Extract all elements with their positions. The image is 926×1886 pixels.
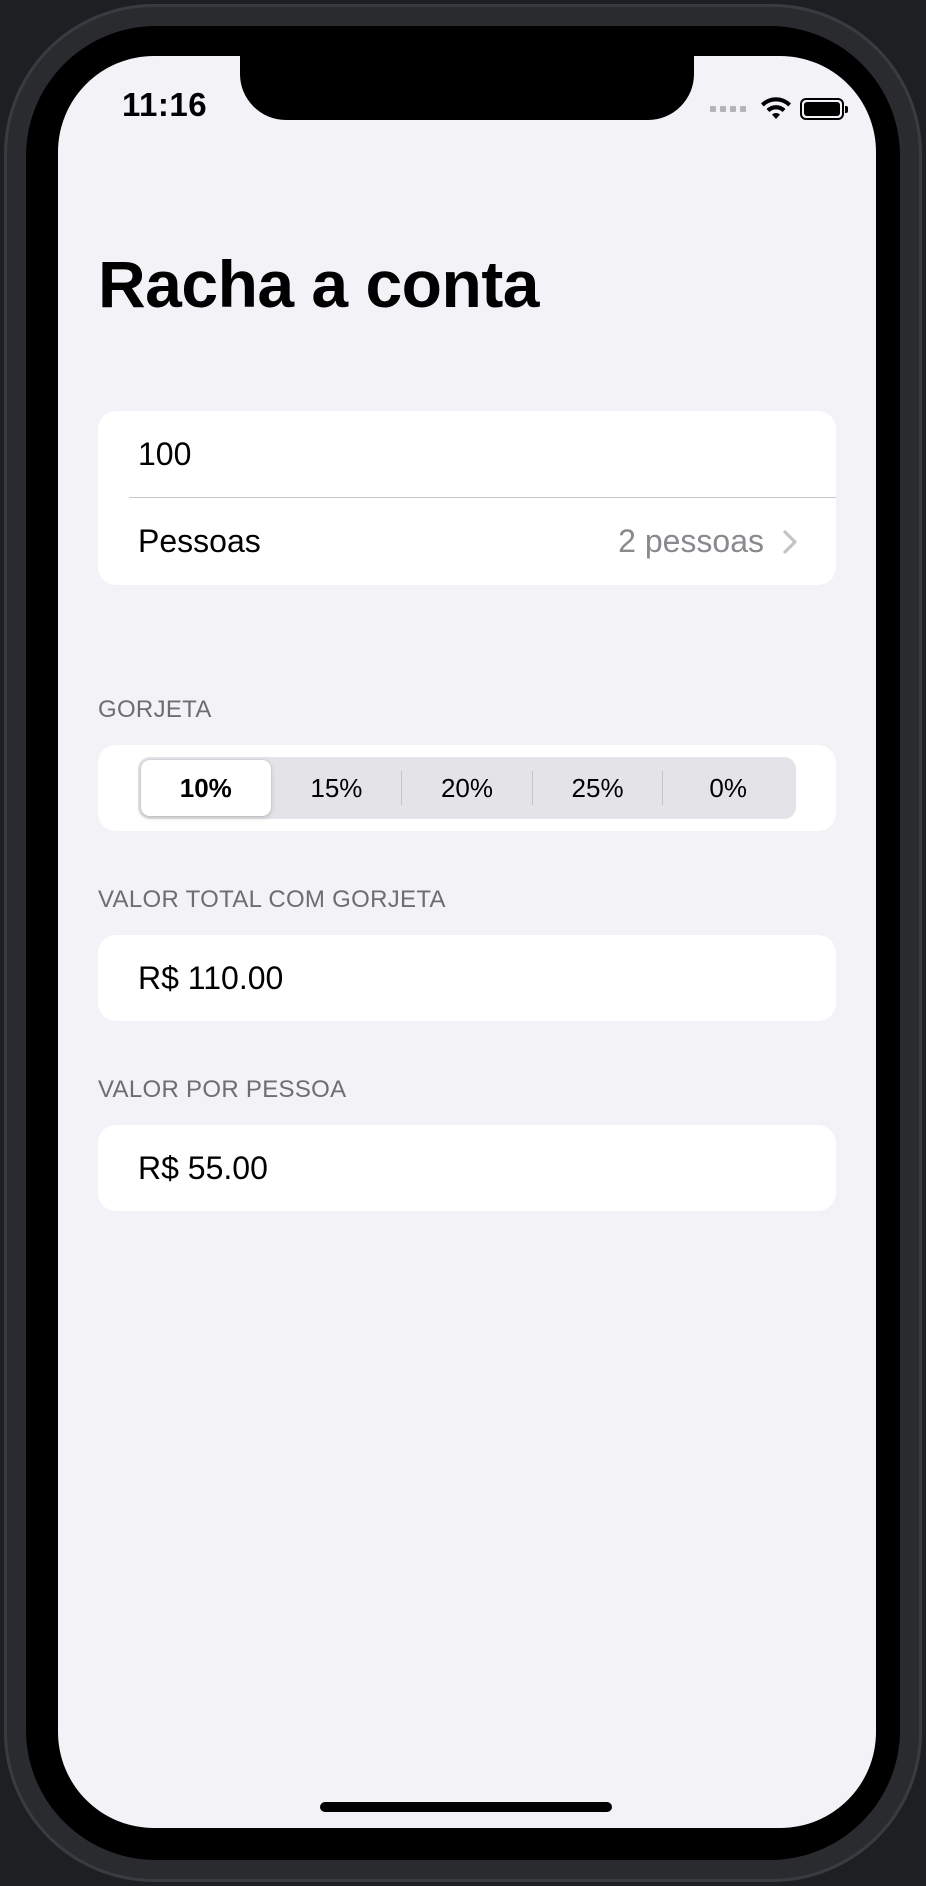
page-title: Racha a conta	[98, 247, 540, 321]
tip-section-header: GORJETA	[98, 696, 212, 723]
wifi-icon	[761, 97, 791, 119]
tip-option-0[interactable]: 0%	[663, 760, 793, 816]
input-card: Pessoas 2 pessoas	[98, 411, 836, 585]
app-screen: 11:16 Racha a conta Pessoas 2 pessoas GO…	[58, 56, 876, 1828]
people-value: 2 pessoas	[618, 523, 764, 559]
status-icons	[710, 92, 848, 126]
tip-option-25[interactable]: 25%	[533, 760, 663, 816]
people-label: Pessoas	[138, 523, 261, 559]
tip-option-20[interactable]: 20%	[402, 760, 532, 816]
tip-option-10[interactable]: 10%	[141, 760, 271, 816]
per-person-value: R$ 55.00	[138, 1149, 268, 1186]
per-person-card: R$ 55.00	[98, 1125, 836, 1211]
status-time: 11:16	[122, 86, 208, 123]
total-value: R$ 110.00	[138, 959, 284, 996]
amount-row	[98, 411, 836, 497]
home-indicator[interactable]	[320, 1802, 612, 1812]
people-picker-row[interactable]: Pessoas 2 pessoas	[98, 498, 836, 585]
cellular-signal-icon	[710, 106, 746, 112]
tip-option-15[interactable]: 15%	[272, 760, 402, 816]
tip-card: 10% 15% 20% 25% 0%	[98, 745, 836, 831]
chevron-right-icon	[782, 529, 798, 555]
amount-input[interactable]	[138, 435, 778, 473]
battery-icon	[800, 98, 848, 120]
tip-segmented-control: 10% 15% 20% 25% 0%	[138, 757, 796, 819]
per-person-section-header: VALOR POR PESSOA	[98, 1076, 347, 1103]
total-card: R$ 110.00	[98, 935, 836, 1021]
notch	[240, 56, 694, 120]
total-section-header: VALOR TOTAL COM GORJETA	[98, 886, 446, 913]
